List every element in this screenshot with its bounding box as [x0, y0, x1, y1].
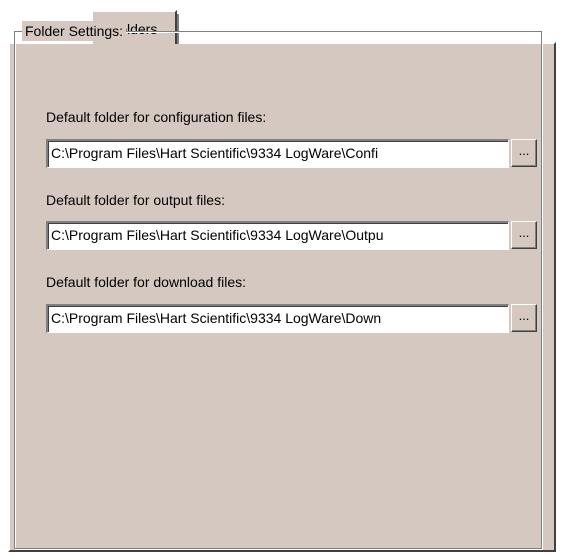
download-folder-label: Default folder for download files:: [46, 274, 246, 290]
output-folder-input[interactable]: C:\Program Files\Hart Scientific\9334 Lo…: [46, 221, 509, 250]
config-folder-label: Default folder for configuration files:: [46, 109, 267, 125]
output-folder-browse-button[interactable]: ...: [511, 221, 537, 249]
download-folder-input[interactable]: C:\Program Files\Hart Scientific\9334 Lo…: [46, 304, 509, 333]
folder-settings-title: Folder Settings:: [22, 21, 127, 41]
config-folder-input[interactable]: C:\Program Files\Hart Scientific\9334 Lo…: [46, 139, 509, 168]
output-folder-label: Default folder for output files:: [46, 192, 225, 208]
download-folder-browse-button[interactable]: ...: [511, 304, 537, 332]
config-folder-browse-button[interactable]: ...: [511, 139, 537, 167]
